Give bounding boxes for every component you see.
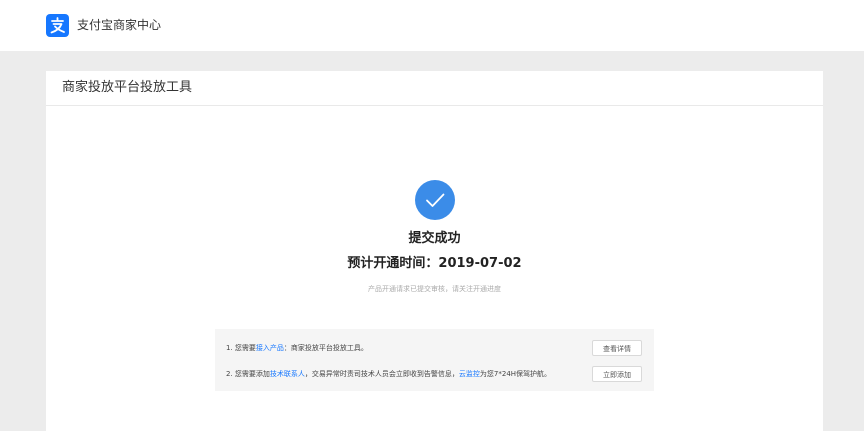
result-title: 提交成功 — [408, 231, 461, 246]
tech-contact-link[interactable]: 技术联系人 — [270, 370, 305, 378]
result-time: 预计开通时间：2019-07-02 — [347, 256, 522, 271]
top-bar: 支付宝商家中心 — [0, 0, 864, 51]
cloud-monitor-link[interactable]: 云监控 — [459, 370, 480, 378]
step-1-suffix: ：商家投放平台投放工具。 — [283, 344, 368, 352]
add-now-button[interactable]: 立即添加 — [592, 366, 642, 382]
view-details-button[interactable]: 查看详情 — [592, 340, 642, 356]
card-header: 商家投放平台投放工具 — [46, 71, 823, 106]
step-2-middle: ，交易异常时责司技术人员会立即收到告警信息， — [304, 370, 459, 378]
step-1-prefix: 1. 您需要 — [226, 344, 256, 352]
brand-title[interactable]: 支付宝商家中心 — [77, 17, 161, 34]
card-title: 商家投放平台投放工具 — [62, 80, 193, 95]
step-2-prefix: 2. 您需要添加 — [226, 370, 270, 378]
alipay-logo-icon[interactable] — [46, 14, 69, 37]
step-row-1: 1. 您需要接入产品：商家投放平台投放工具。 — [226, 343, 368, 353]
result-description: 产品开通请求已提交审核，请关注开通进度 — [368, 285, 501, 293]
check-circle-icon — [415, 180, 455, 220]
step-2-suffix: 为您7*24H保驾护航。 — [479, 370, 552, 378]
access-product-link[interactable]: 接入产品 — [256, 344, 284, 352]
next-steps-panel: 1. 您需要接入产品：商家投放平台投放工具。 查看详情 2. 您需要添加技术联系… — [215, 329, 654, 391]
step-row-2: 2. 您需要添加技术联系人，交易异常时责司技术人员会立即收到告警信息，云监控为您… — [226, 369, 551, 379]
main-card: 商家投放平台投放工具 提交成功 预计开通时间：2019-07-02 产品开通请求… — [46, 71, 823, 431]
